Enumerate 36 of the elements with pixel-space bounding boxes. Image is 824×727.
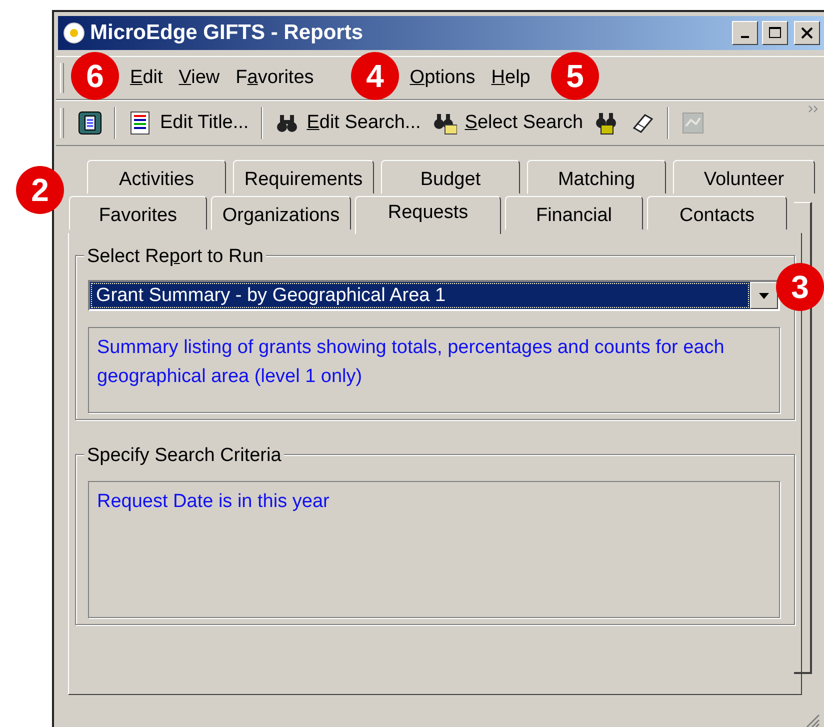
binoculars-folder-icon xyxy=(432,111,457,135)
minimize-icon xyxy=(741,36,749,38)
toolbar-button[interactable]: Edit Title... xyxy=(124,108,253,138)
eraser-icon[interactable] xyxy=(631,111,656,135)
tab[interactable]: Activities xyxy=(87,160,226,194)
menu-item[interactable]: Help xyxy=(483,64,538,92)
dropdown-arrow-icon[interactable] xyxy=(758,292,770,300)
menu-item[interactable]: Edit xyxy=(122,64,171,92)
close-icon xyxy=(800,26,814,40)
tab[interactable]: Matching xyxy=(527,160,666,194)
list-icon xyxy=(128,111,152,135)
criteria-text: Request Date is in this year xyxy=(88,481,780,618)
chevron-icon xyxy=(808,105,820,115)
tab[interactable]: Organizations xyxy=(211,196,351,230)
card-icon[interactable] xyxy=(78,111,102,135)
window-title: MicroEdge GIFTS - Reports xyxy=(90,20,364,46)
callout-marker: 2 xyxy=(16,166,64,214)
tab[interactable]: Requirements xyxy=(233,160,374,194)
toolbar-button[interactable]: Select Search xyxy=(428,108,588,138)
resize-grip-icon xyxy=(804,712,820,727)
close-button[interactable] xyxy=(794,21,820,45)
maximize-button[interactable] xyxy=(762,21,788,45)
menu-item[interactable]: View xyxy=(170,64,228,92)
report-dropdown[interactable]: Grant Summary - by Geographical Area 1 xyxy=(88,280,780,311)
toolbar-button[interactable]: Edit Search... xyxy=(270,108,425,138)
menu-item[interactable]: Favorites xyxy=(228,64,322,92)
tab[interactable]: Favorites xyxy=(69,196,207,230)
menu-item[interactable]: Options xyxy=(402,64,484,92)
tab[interactable]: Budget xyxy=(381,160,520,194)
tab[interactable]: Contacts xyxy=(647,196,787,230)
tab[interactable]: Requests xyxy=(355,196,501,234)
tab[interactable]: Volunteer xyxy=(673,160,815,194)
maximize-icon xyxy=(768,26,782,40)
tab[interactable]: Financial xyxy=(505,196,643,230)
description-text: Summary listing of grants showing totals, percentages and counts for each geographical area (level 1 only) xyxy=(88,327,780,413)
minimize-button[interactable] xyxy=(732,21,758,45)
